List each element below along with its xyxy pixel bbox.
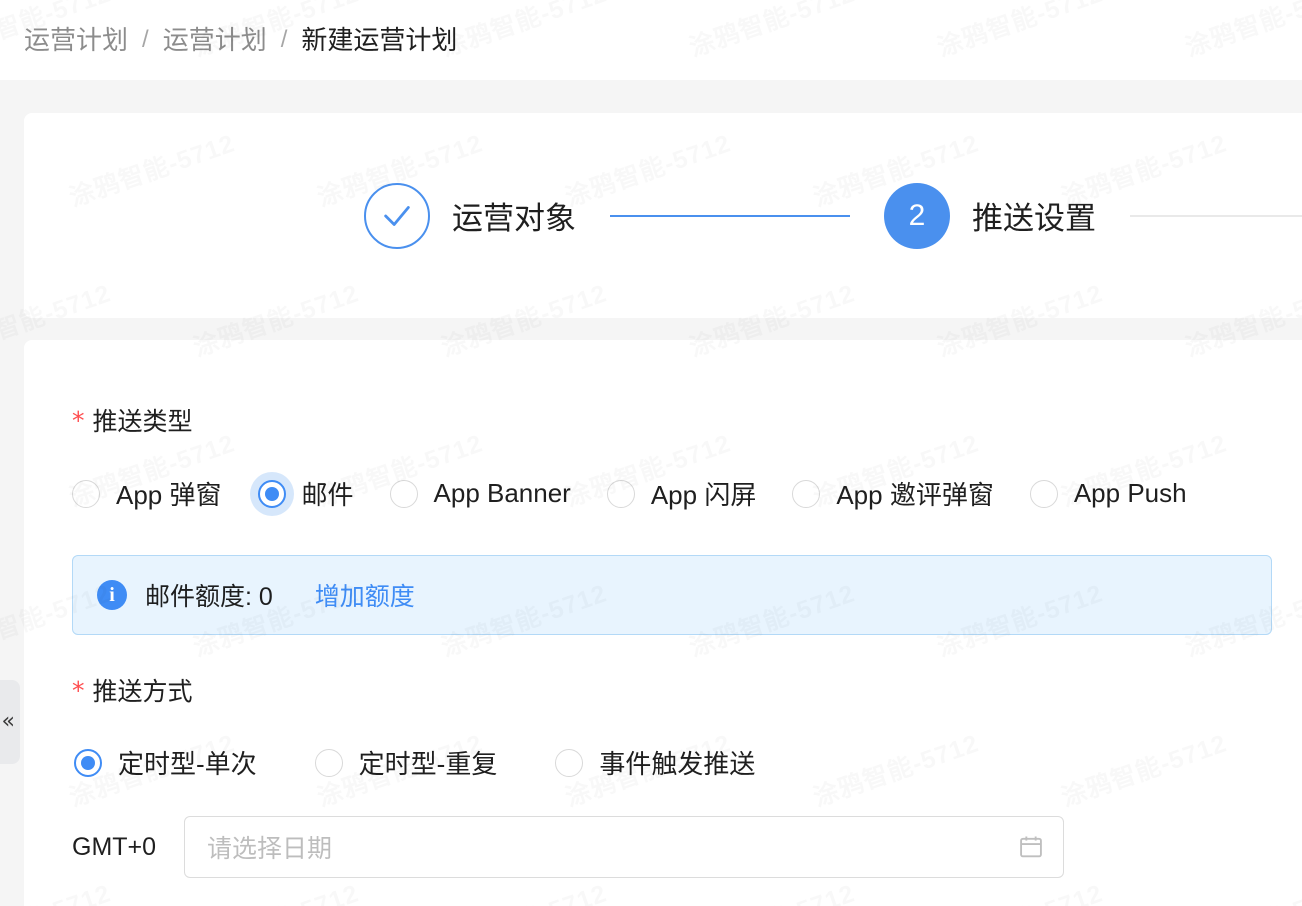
radio-scheduled-once[interactable]: 定时型-单次 [74, 744, 257, 781]
sidebar-collapse-toggle[interactable]: « [0, 680, 20, 764]
radio-email[interactable]: 邮件 [249, 471, 354, 516]
increase-quota-link[interactable]: 增加额度 [315, 577, 415, 613]
step-item-1[interactable]: 运营对象 [364, 182, 576, 249]
breadcrumb-item-1[interactable]: 运营计划 [24, 27, 128, 53]
date-picker-input[interactable]: 请选择日期 [184, 816, 1065, 878]
radio-label: App 邀评弹窗 [836, 480, 994, 510]
radio-label: 定时型-重复 [358, 749, 498, 779]
page-root: 涂鸦智能-5712涂鸦智能-5712涂鸦智能-5712涂鸦智能-5712涂鸦智能… [0, 0, 1302, 906]
step-connector-1 [610, 214, 850, 217]
check-icon [364, 182, 430, 249]
radio-app-popup[interactable]: App 弹窗 [72, 475, 222, 512]
required-mark: * [72, 675, 85, 705]
page-header: 运营计划 / 运营计划 / 新建运营计划 [0, 0, 1302, 80]
breadcrumb-item-2[interactable]: 运营计划 [163, 27, 267, 53]
step-label-2: 推送设置 [972, 201, 1096, 236]
push-method-label: * 推送方式 [72, 672, 193, 708]
breadcrumb-item-current: 新建运营计划 [301, 25, 458, 55]
radio-indicator [249, 471, 294, 516]
push-type-label-text: 推送类型 [92, 408, 193, 436]
push-method-radio-group[interactable]: 定时型-单次 定时型-重复 事件触发推送 [74, 744, 755, 781]
breadcrumb-separator: / [280, 26, 288, 53]
email-quota-alert: i 邮件额度: 0 增加额度 [72, 555, 1272, 635]
schedule-date-row: GMT+0 请选择日期 [72, 816, 1065, 878]
step-connector-2 [1130, 214, 1302, 217]
steps-card: 运营对象 2 推送设置 [24, 113, 1302, 318]
push-type-label: * 推送类型 [72, 402, 193, 438]
radio-indicator [606, 479, 635, 508]
radio-indicator [1029, 479, 1058, 508]
radio-label: App Push [1073, 478, 1187, 508]
radio-label: 定时型-单次 [118, 749, 257, 779]
radio-indicator [72, 479, 100, 508]
radio-label: App Banner [433, 478, 571, 508]
required-mark: * [72, 405, 85, 435]
radio-scheduled-repeat[interactable]: 定时型-重复 [314, 744, 498, 781]
step-label-1: 运营对象 [452, 201, 576, 236]
breadcrumb: 运营计划 / 运营计划 / 新建运营计划 [0, 27, 457, 53]
double-chevron-left-icon: « [1, 709, 15, 734]
step-number: 2 [884, 182, 950, 249]
radio-label: App 闪屏 [650, 480, 757, 510]
radio-app-review-popup[interactable]: App 邀评弹窗 [792, 475, 994, 512]
radio-indicator [389, 479, 418, 508]
push-type-radio-group[interactable]: App 弹窗 邮件 App Banner App 闪屏 App 邀评弹窗 App… [72, 471, 1187, 516]
breadcrumb-separator: / [142, 26, 149, 53]
step-item-2[interactable]: 2 推送设置 [884, 182, 1096, 249]
radio-app-push[interactable]: App Push [1029, 478, 1187, 509]
date-picker-placeholder: 请选择日期 [207, 835, 333, 863]
radio-indicator [555, 748, 584, 777]
radio-event-triggered[interactable]: 事件触发推送 [555, 744, 755, 781]
push-method-label-text: 推送方式 [92, 678, 193, 706]
radio-label: 事件触发推送 [599, 749, 756, 779]
radio-indicator [792, 479, 821, 508]
radio-label: 邮件 [301, 480, 354, 510]
radio-label: App 弹窗 [116, 480, 222, 510]
timezone-label: GMT+0 [72, 832, 157, 861]
radio-app-splash[interactable]: App 闪屏 [606, 475, 757, 512]
email-quota-text: 邮件额度: 0 [145, 583, 273, 611]
radio-indicator [74, 748, 102, 777]
info-icon: i [97, 580, 127, 610]
radio-app-banner[interactable]: App Banner [389, 478, 571, 509]
form-card: * 推送类型 App 弹窗 邮件 App Banner App 闪屏 App 邀… [24, 340, 1302, 906]
step-indicator: 运营对象 2 推送设置 [24, 113, 1302, 318]
calendar-icon [1017, 833, 1045, 861]
radio-indicator [314, 748, 343, 777]
